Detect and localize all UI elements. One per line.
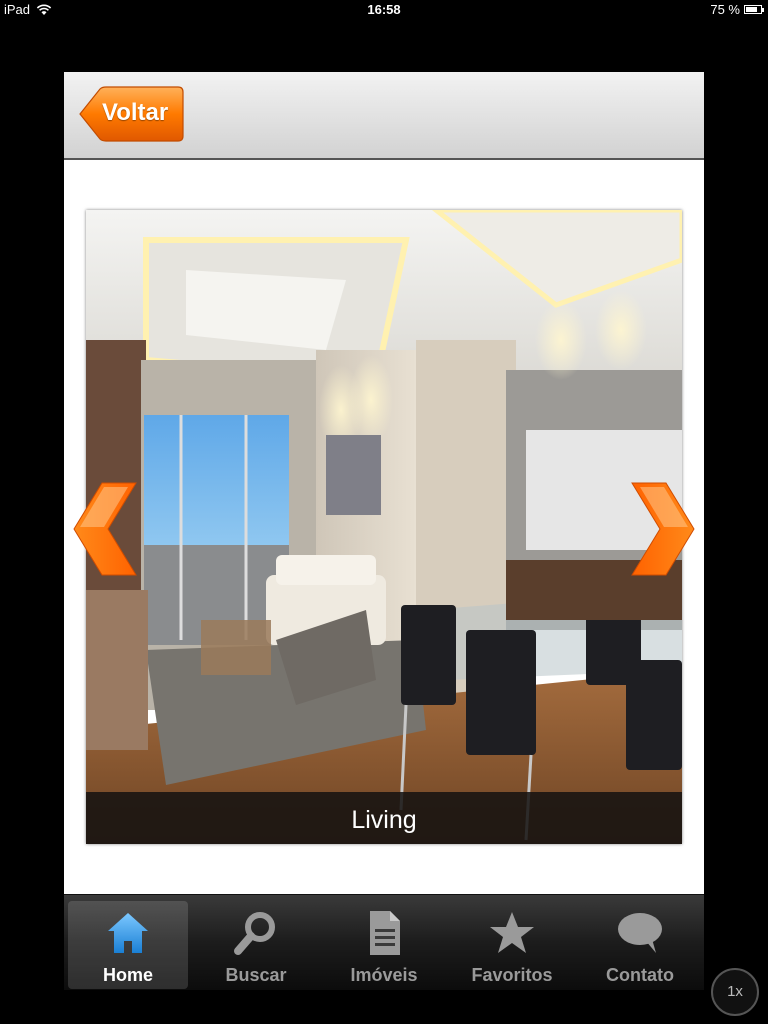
gallery-photo: [86, 210, 682, 844]
tab-buscar[interactable]: Buscar: [196, 901, 316, 989]
home-icon: [108, 913, 148, 953]
star-icon: [490, 912, 534, 953]
tab-imoveis[interactable]: Imóveis: [324, 901, 444, 989]
document-icon: [370, 911, 400, 955]
chat-bubble-icon: [618, 913, 662, 953]
tab-home[interactable]: Home: [68, 901, 188, 989]
tab-favoritos[interactable]: Favoritos: [452, 901, 572, 989]
search-icon: [234, 912, 275, 955]
zoom-button[interactable]: 1x: [711, 968, 759, 1016]
tab-label: Favoritos: [471, 965, 553, 985]
chevron-right-icon[interactable]: [628, 481, 696, 577]
back-button[interactable]: Voltar: [78, 86, 184, 142]
status-bar: iPad 16:58 75 %: [0, 0, 768, 20]
tab-label: Buscar: [225, 965, 287, 985]
photo-gallery[interactable]: Living: [86, 210, 682, 844]
tab-label: Imóveis: [350, 965, 418, 985]
tab-bar: Home Buscar Imóveis Favoritos Contato: [64, 894, 704, 990]
chevron-left-icon[interactable]: [72, 481, 140, 577]
battery-percent: 75 %: [710, 2, 740, 17]
app-window: Voltar Living: [64, 72, 704, 944]
tab-label: Home: [102, 965, 153, 985]
tab-label: Contato: [606, 965, 674, 985]
back-button-label: Voltar: [102, 99, 169, 126]
photo-caption: Living: [86, 792, 682, 844]
tab-contato[interactable]: Contato: [580, 901, 700, 989]
status-time: 16:58: [367, 2, 401, 17]
battery-icon: [744, 5, 764, 14]
navigation-bar: Voltar: [64, 72, 704, 160]
